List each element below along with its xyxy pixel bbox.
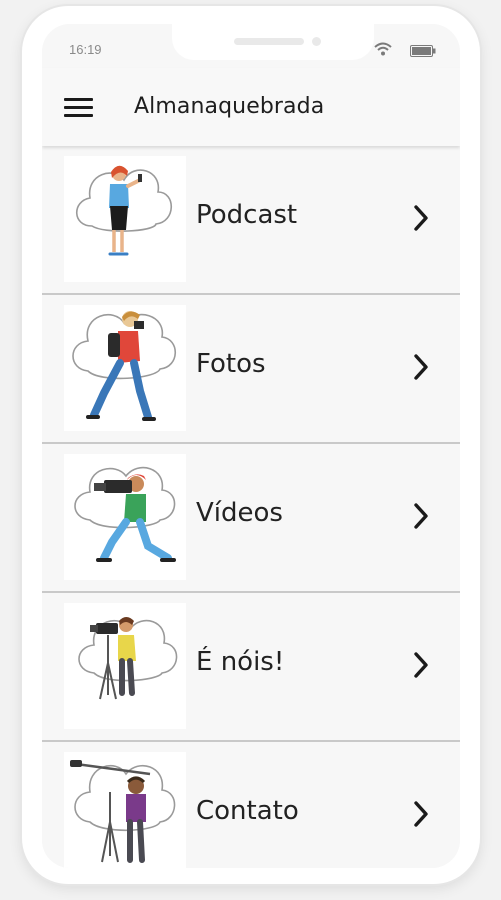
- app-screen: 16:19 Almanaquebrada Podcast Fotos Vídeo…: [42, 24, 460, 868]
- chevron-right-icon: [412, 204, 430, 237]
- phone-notch: [172, 24, 374, 60]
- status-time: 16:19: [69, 42, 102, 57]
- podcast-illustration: [64, 156, 186, 282]
- speaker-grille: [234, 38, 304, 45]
- wifi-icon: [374, 42, 392, 61]
- chevron-right-icon: [412, 353, 430, 386]
- hamburger-menu-icon[interactable]: [64, 97, 94, 119]
- menu-item-fotos[interactable]: Fotos: [42, 295, 460, 444]
- menu-item-label: É nóis!: [196, 647, 285, 677]
- menu-item-label: Podcast: [196, 200, 298, 230]
- boom-microphone-illustration: [64, 752, 186, 868]
- videomaker-illustration: [64, 454, 186, 580]
- chevron-right-icon: [412, 800, 430, 833]
- phone-frame: 16:19 Almanaquebrada Podcast Fotos Vídeo…: [22, 6, 480, 884]
- photographer-illustration: [64, 305, 186, 431]
- menu-item-label: Vídeos: [196, 498, 283, 528]
- menu-item-label: Contato: [196, 796, 299, 826]
- battery-icon: [410, 44, 436, 62]
- app-title: Almanaquebrada: [134, 94, 325, 119]
- chevron-right-icon: [412, 651, 430, 684]
- app-bar: Almanaquebrada: [42, 68, 460, 146]
- menu-item-videos[interactable]: Vídeos: [42, 444, 460, 593]
- chevron-right-icon: [412, 502, 430, 535]
- menu-item-contato[interactable]: Contato: [42, 742, 460, 868]
- menu-item-e-nois[interactable]: É nóis!: [42, 593, 460, 742]
- menu-item-podcast[interactable]: Podcast: [42, 146, 460, 295]
- camera-tripod-illustration: [64, 603, 186, 729]
- front-camera: [312, 37, 321, 46]
- menu-item-label: Fotos: [196, 349, 266, 379]
- menu-list: Podcast Fotos Vídeos É nóis! Contato: [42, 146, 460, 868]
